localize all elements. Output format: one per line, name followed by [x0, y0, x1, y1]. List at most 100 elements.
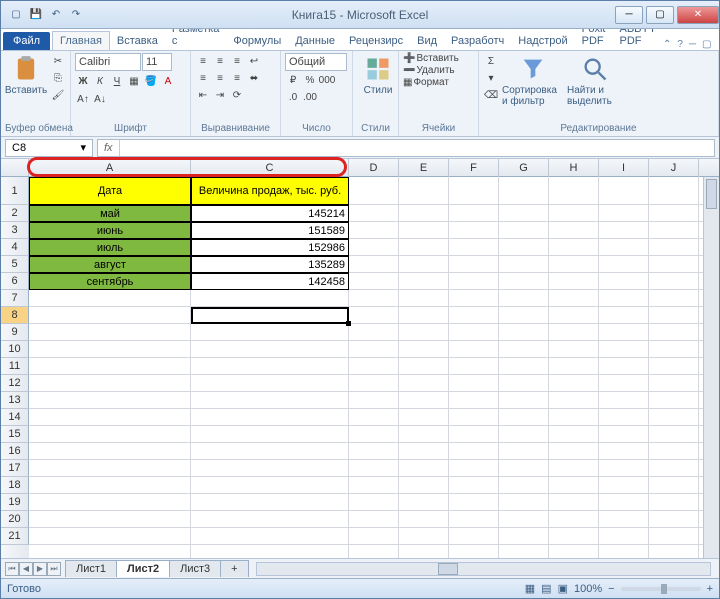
tab-addins[interactable]: Надстрой — [511, 32, 574, 50]
save-icon[interactable]: 💾 — [27, 6, 45, 24]
paste-button[interactable]: Вставить — [5, 53, 47, 96]
cell-month-0[interactable]: май — [29, 205, 191, 222]
sheet-tab-Лист2[interactable]: Лист2 — [116, 560, 170, 577]
tab-formulas[interactable]: Формулы — [226, 32, 288, 50]
orientation-icon[interactable]: ⟳ — [229, 87, 245, 103]
fill-handle[interactable] — [346, 321, 351, 326]
row-header-20[interactable]: 20 — [1, 511, 29, 528]
underline-button[interactable]: Ч — [109, 73, 125, 89]
font-name-combo[interactable]: Calibri — [75, 53, 141, 71]
align-bot-icon[interactable]: ≡ — [229, 53, 245, 69]
zoom-out-button[interactable]: − — [608, 583, 614, 595]
inc-decimal-icon[interactable]: .0 — [285, 89, 301, 105]
horizontal-scrollbar[interactable] — [256, 562, 711, 576]
vertical-scrollbar[interactable] — [703, 177, 719, 558]
name-box[interactable]: C8 ▾ — [5, 139, 93, 157]
cell-value-1[interactable]: 151589 — [191, 222, 349, 239]
align-mid-icon[interactable]: ≡ — [212, 53, 228, 69]
cells-delete-button[interactable]: ➖Удалить — [403, 65, 455, 76]
column-header-D[interactable]: D — [349, 159, 399, 177]
tab-file[interactable]: Файл — [3, 32, 50, 50]
ribbon-restore-icon[interactable]: ▢ — [702, 39, 711, 50]
row-header-8[interactable]: 8 — [1, 307, 29, 324]
row-header-18[interactable]: 18 — [1, 477, 29, 494]
row-header-10[interactable]: 10 — [1, 341, 29, 358]
maximize-button[interactable]: ▢ — [646, 6, 674, 24]
font-size-combo[interactable]: 11 — [142, 53, 172, 71]
row-header-6[interactable]: 6 — [1, 273, 29, 290]
shrink-font-button[interactable]: A↓ — [92, 91, 108, 107]
tab-insert[interactable]: Вставка — [110, 32, 165, 50]
cell-value-4[interactable]: 142458 — [191, 273, 349, 290]
row-header-1[interactable]: 1 — [1, 177, 29, 205]
indent-inc-icon[interactable]: ⇥ — [212, 87, 228, 103]
fill-icon[interactable]: ▾ — [483, 70, 499, 86]
redo-icon[interactable]: ↷ — [67, 6, 85, 24]
grow-font-button[interactable]: A↑ — [75, 91, 91, 107]
comma-icon[interactable]: 000 — [319, 72, 335, 88]
row-header-2[interactable]: 2 — [1, 205, 29, 222]
header-value[interactable]: Величина продаж, тыс. руб. — [191, 177, 349, 205]
row-header-7[interactable]: 7 — [1, 290, 29, 307]
close-button[interactable]: ✕ — [677, 6, 719, 24]
align-right-icon[interactable]: ≡ — [229, 70, 245, 86]
row-header-5[interactable]: 5 — [1, 256, 29, 273]
row-header-3[interactable]: 3 — [1, 222, 29, 239]
tab-data[interactable]: Данные — [288, 32, 342, 50]
cell-value-3[interactable]: 135289 — [191, 256, 349, 273]
cell-value-0[interactable]: 145214 — [191, 205, 349, 222]
merge-icon[interactable]: ⬌ — [246, 70, 262, 86]
copy-icon[interactable]: ⎘ — [50, 70, 66, 86]
cell-month-3[interactable]: август — [29, 256, 191, 273]
row-header-17[interactable]: 17 — [1, 460, 29, 477]
row-header-15[interactable]: 15 — [1, 426, 29, 443]
formula-input[interactable]: fx — [97, 139, 715, 157]
sheet-nav-prev-icon[interactable]: ◀ — [19, 562, 33, 576]
wrap-text-icon[interactable]: ↩ — [246, 53, 262, 69]
row-header-4[interactable]: 4 — [1, 239, 29, 256]
sheet-nav-last-icon[interactable]: ⏭ — [47, 562, 61, 576]
indent-dec-icon[interactable]: ⇤ — [195, 87, 211, 103]
row-header-13[interactable]: 13 — [1, 392, 29, 409]
font-color-button[interactable]: A — [160, 73, 176, 89]
bold-button[interactable]: Ж — [75, 73, 91, 89]
sheet-nav-next-icon[interactable]: ▶ — [33, 562, 47, 576]
column-header-J[interactable]: J — [649, 159, 699, 177]
hscroll-thumb[interactable] — [438, 563, 458, 575]
dec-decimal-icon[interactable]: .00 — [302, 89, 318, 105]
minimize-ribbon-icon[interactable]: ⌃ — [663, 39, 671, 50]
row-header-9[interactable]: 9 — [1, 324, 29, 341]
name-box-dropdown-icon[interactable]: ▾ — [80, 141, 86, 154]
format-painter-icon[interactable]: 🖌 — [50, 87, 66, 103]
autosum-icon[interactable]: Σ — [483, 53, 499, 69]
cells-format-button[interactable]: ▦Формат — [403, 77, 449, 88]
row-header-16[interactable]: 16 — [1, 443, 29, 460]
align-left-icon[interactable]: ≡ — [195, 70, 211, 86]
tab-home[interactable]: Главная — [52, 31, 110, 50]
number-format-combo[interactable]: Общий — [285, 53, 347, 71]
sheet-tab-Лист3[interactable]: Лист3 — [169, 560, 221, 577]
header-date[interactable]: Дата — [29, 177, 191, 205]
styles-button[interactable]: Стили — [357, 53, 399, 96]
cells-area[interactable]: ДатаВеличина продаж, тыс. руб.май145214и… — [29, 177, 703, 558]
ribbon-min2-icon[interactable]: ─ — [689, 39, 696, 50]
minimize-button[interactable]: ─ — [615, 6, 643, 24]
view-break-icon[interactable]: ▣ — [558, 582, 568, 595]
cell-month-1[interactable]: июнь — [29, 222, 191, 239]
new-sheet-button[interactable]: + — [220, 560, 248, 577]
percent-icon[interactable]: % — [302, 72, 318, 88]
tab-view[interactable]: Вид — [410, 32, 444, 50]
align-top-icon[interactable]: ≡ — [195, 53, 211, 69]
column-header-A[interactable]: A — [29, 159, 191, 177]
sheet-tab-Лист1[interactable]: Лист1 — [65, 560, 117, 577]
view-layout-icon[interactable]: ▤ — [541, 582, 551, 595]
column-header-G[interactable]: G — [499, 159, 549, 177]
column-header-I[interactable]: I — [599, 159, 649, 177]
zoom-in-button[interactable]: + — [707, 583, 713, 595]
currency-icon[interactable]: ₽ — [285, 72, 301, 88]
cell-month-2[interactable]: июль — [29, 239, 191, 256]
sort-filter-button[interactable]: Сортировка и фильтр — [502, 53, 564, 107]
border-button[interactable]: ▦ — [126, 73, 142, 89]
tab-review[interactable]: Рецензирс — [342, 32, 410, 50]
select-all-corner[interactable] — [1, 159, 29, 176]
